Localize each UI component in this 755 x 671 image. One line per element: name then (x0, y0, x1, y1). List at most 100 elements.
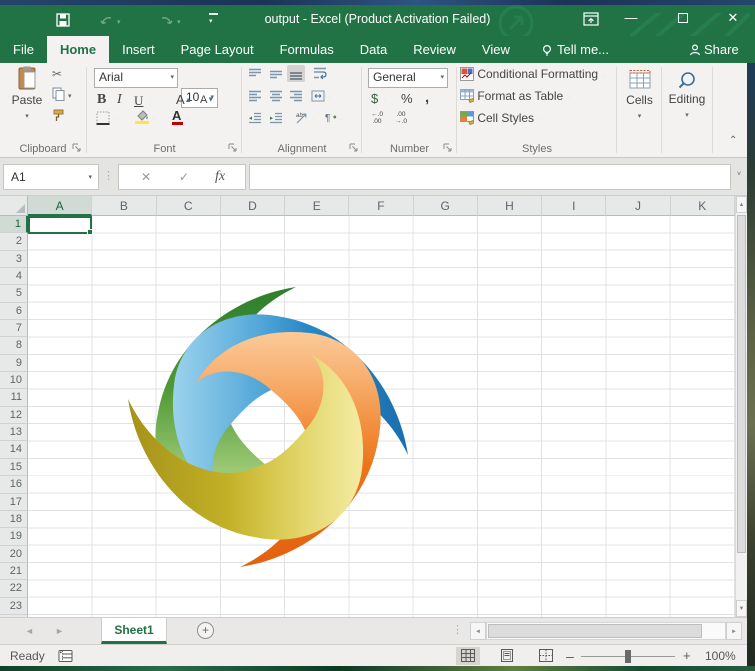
view-page-layout-button[interactable] (495, 647, 519, 665)
wrap-text-icon[interactable] (313, 67, 327, 80)
font-family-select[interactable]: Arial▾ (94, 68, 178, 88)
horizontal-scrollbar[interactable] (486, 622, 726, 640)
formula-input[interactable] (249, 164, 731, 190)
view-normal-button[interactable] (456, 647, 480, 665)
cut-icon[interactable]: ✂ (52, 67, 62, 81)
scroll-up-icon[interactable]: ▲ (736, 196, 747, 213)
row-header[interactable]: 1 (0, 216, 28, 233)
accounting-caret-icon[interactable]: ▾ (383, 96, 387, 104)
active-cell-selection[interactable] (28, 216, 92, 234)
editing-group-button[interactable]: Editing ▾ (663, 66, 711, 146)
grid-canvas[interactable] (28, 216, 735, 617)
style-menu-button[interactable]: Cell Styles ▾ (460, 111, 605, 133)
style-menu-button[interactable]: Format as Table ▾ (460, 89, 605, 111)
fill-color-caret-icon[interactable]: ▾ (152, 115, 156, 123)
view-page-break-button[interactable] (534, 647, 558, 665)
clipboard-dialog-launcher-icon[interactable] (72, 143, 82, 153)
merge-caret-icon[interactable]: ▾ (328, 93, 332, 101)
ribbon-tab[interactable]: File (0, 36, 47, 63)
zoom-level-label[interactable]: 100% (705, 649, 736, 663)
italic-button[interactable]: I (117, 92, 122, 108)
decrease-indent-icon[interactable] (248, 112, 262, 124)
column-header[interactable]: C (157, 196, 221, 216)
align-top-icon[interactable] (248, 68, 262, 80)
maximize-button[interactable] (666, 5, 700, 31)
column-header[interactable]: D (221, 196, 285, 216)
row-header[interactable]: 14 (0, 441, 28, 458)
text-direction-caret-icon[interactable]: ▾ (339, 116, 343, 124)
column-header[interactable]: F (349, 196, 413, 216)
row-header[interactable]: 3 (0, 251, 28, 268)
macro-record-icon[interactable] (58, 649, 73, 663)
underline-button[interactable]: U (134, 93, 143, 109)
copy-icon[interactable] (52, 87, 65, 101)
row-header[interactable]: 20 (0, 546, 28, 563)
namebox-splitter-icon[interactable]: ⋮ (103, 169, 114, 182)
row-header[interactable]: 10 (0, 372, 28, 389)
row-header[interactable]: 13 (0, 424, 28, 441)
minimize-button[interactable]: — (614, 5, 648, 31)
number-dialog-launcher-icon[interactable] (443, 143, 453, 153)
column-header[interactable]: J (606, 196, 670, 216)
ribbon-tab[interactable]: View (469, 36, 523, 63)
sheet-tab[interactable]: Sheet1 (101, 618, 167, 644)
borders-icon[interactable] (96, 111, 110, 125)
share-button[interactable]: Share (704, 42, 739, 57)
orientation-icon[interactable] (295, 111, 309, 125)
shrink-font-button[interactable]: A▼ (200, 94, 214, 106)
align-center-icon[interactable] (269, 90, 283, 102)
tabbar-splitter-icon[interactable]: ⋮ (452, 623, 463, 636)
copy-caret-icon[interactable]: ▾ (68, 92, 72, 100)
tell-me-box[interactable]: Tell me... (557, 42, 609, 57)
formula-bar-expand-icon[interactable]: ˅ (737, 171, 741, 178)
column-header[interactable]: I (542, 196, 606, 216)
sheet-nav-prev-icon[interactable]: ◄ (25, 626, 34, 636)
ribbon-display-options-icon[interactable] (583, 12, 599, 26)
align-left-icon[interactable] (248, 90, 262, 102)
merge-center-icon[interactable] (311, 90, 325, 102)
insert-function-icon[interactable]: fx (215, 169, 225, 185)
row-header[interactable]: 11 (0, 389, 28, 406)
decrease-decimal-button[interactable]: .00→.0 (392, 112, 410, 125)
enter-icon[interactable]: ✓ (179, 170, 189, 184)
format-painter-icon[interactable] (52, 109, 65, 122)
vertical-scroll-thumb[interactable] (737, 215, 746, 553)
hscroll-right-icon[interactable]: ► (726, 622, 742, 640)
row-header[interactable]: 5 (0, 285, 28, 302)
ribbon-tab[interactable]: Formulas (267, 36, 347, 63)
column-header[interactable]: H (478, 196, 542, 216)
alignment-dialog-launcher-icon[interactable] (349, 143, 359, 153)
column-header[interactable]: E (285, 196, 349, 216)
align-right-icon[interactable] (289, 90, 303, 102)
borders-caret-icon[interactable]: ▾ (113, 115, 117, 123)
row-header[interactable]: 18 (0, 511, 28, 528)
ribbon-tab[interactable]: Insert (109, 36, 168, 63)
row-header[interactable]: 16 (0, 476, 28, 493)
align-middle-icon[interactable] (269, 68, 283, 80)
row-header[interactable]: 15 (0, 459, 28, 476)
row-header[interactable]: 6 (0, 303, 28, 320)
row-header[interactable]: 2 (0, 233, 28, 250)
row-header[interactable]: 7 (0, 320, 28, 337)
collapse-ribbon-icon[interactable]: ⌃ (729, 135, 737, 146)
increase-indent-icon[interactable] (269, 112, 283, 124)
column-header[interactable]: K (671, 196, 735, 216)
cancel-icon[interactable]: ✕ (141, 170, 151, 184)
cells-group-button[interactable]: Cells ▾ (618, 66, 661, 146)
increase-decimal-button[interactable]: ←.0.00 (368, 112, 386, 125)
zoom-out-icon[interactable]: – (566, 648, 574, 664)
paste-button[interactable]: Paste ▾ (8, 66, 46, 136)
name-box[interactable]: A1 ▾ (3, 164, 99, 190)
column-header[interactable]: B (92, 196, 156, 216)
name-box-caret-icon[interactable]: ▾ (88, 166, 92, 190)
underline-caret-icon[interactable]: ▾ (148, 97, 152, 105)
ribbon-tab[interactable]: Home (47, 36, 109, 63)
row-header[interactable]: 23 (0, 598, 28, 615)
row-header[interactable]: 19 (0, 528, 28, 545)
column-header[interactable]: A (28, 196, 92, 216)
accounting-format-button[interactable]: $ (371, 91, 378, 106)
hscroll-left-icon[interactable]: ◄ (470, 622, 486, 640)
horizontal-scroll-thumb[interactable] (488, 624, 702, 638)
row-header[interactable]: 22 (0, 580, 28, 597)
sheet-nav-next-icon[interactable]: ► (55, 626, 64, 636)
